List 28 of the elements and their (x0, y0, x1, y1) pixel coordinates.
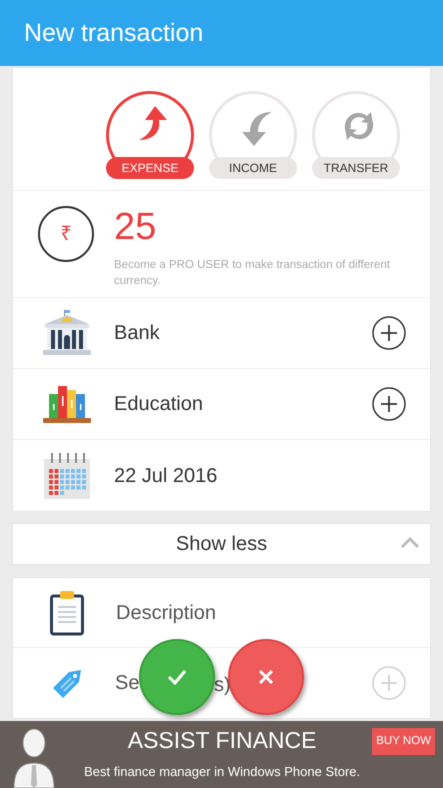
description-field[interactable]: Description (116, 598, 410, 628)
add-icon[interactable] (372, 316, 406, 350)
clipboard-icon (50, 590, 84, 636)
calendar-icon (44, 452, 90, 498)
bank-building-icon (43, 310, 91, 356)
date-value[interactable]: 22 Jul 2016 (114, 460, 430, 490)
chevron-up-icon (400, 536, 420, 550)
close-icon (258, 669, 274, 685)
person-figure-icon (12, 727, 56, 788)
ad-text: Best finance manager in Windows Phone Store. (84, 763, 360, 781)
tag-icon (51, 668, 83, 698)
category-label[interactable]: Bank (114, 318, 372, 348)
show-less-button[interactable]: Show less (12, 523, 431, 565)
books-on-shelf-icon (43, 384, 91, 424)
add-icon[interactable] (372, 387, 406, 421)
transaction-type-button[interactable]: EXPENSE (106, 91, 194, 179)
tags-label[interactable]: Se (115, 668, 140, 698)
buy-now-button[interactable]: BUY NOW (372, 728, 435, 755)
currency-note: Become a PRO USER to make transaction of different currency. (114, 258, 391, 289)
ad-title: ASSIST FINANCE (128, 726, 316, 755)
category-label[interactable]: Education (114, 389, 372, 419)
page-title: New transaction (24, 20, 204, 46)
currency-icon[interactable]: ₹ (38, 206, 94, 262)
transaction-type-button[interactable]: TRANSFER (312, 91, 400, 179)
checkmark-icon (167, 669, 187, 685)
transaction-type-button[interactable]: INCOME (209, 91, 297, 179)
tags-label[interactable]: s) (214, 670, 231, 700)
amount-value[interactable]: 25 (114, 205, 420, 249)
